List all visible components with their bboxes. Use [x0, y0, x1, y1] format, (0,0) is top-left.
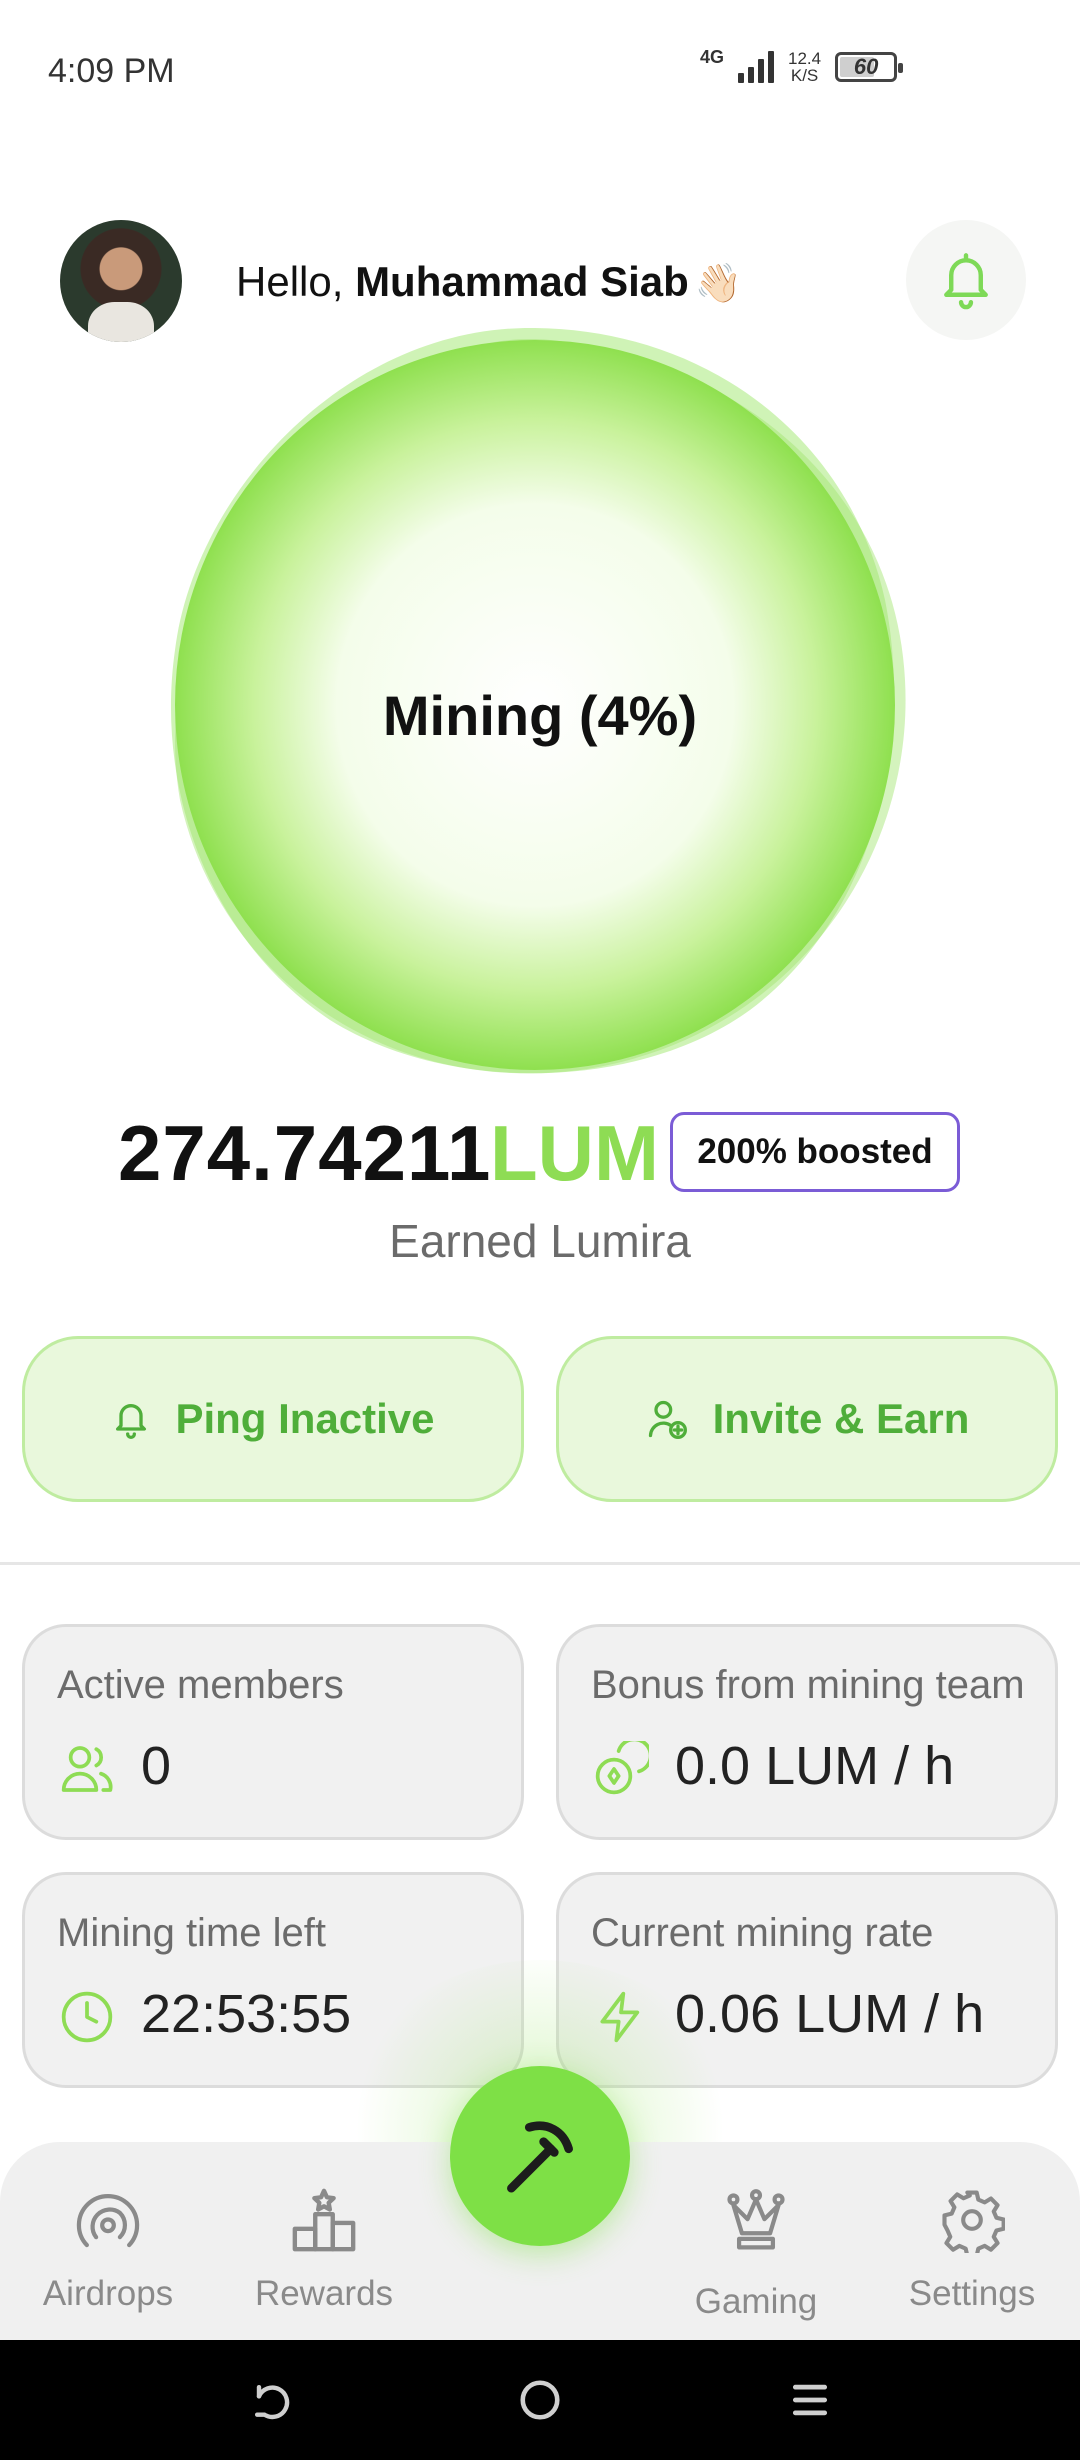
crown-icon [725, 2182, 787, 2262]
stat-title: Current mining rate [591, 1911, 934, 1955]
nav-item-settings[interactable]: Settings [882, 2180, 1062, 2314]
greeting-prefix: Hello, [236, 258, 344, 305]
system-nav-bar [0, 2340, 1080, 2460]
user-name: Muhammad Siab [355, 258, 689, 305]
back-button[interactable] [240, 2370, 300, 2430]
stat-card-team-bonus[interactable]: Bonus from mining team 0.0 LUM / h [556, 1624, 1058, 1840]
podium-icon [289, 2180, 359, 2260]
battery-icon: 60 [835, 52, 904, 82]
invite-earn-button[interactable]: Invite & Earn [556, 1336, 1058, 1502]
stat-title: Active members [57, 1663, 344, 1707]
stat-value: 0.06 LUM / h [675, 1984, 985, 2044]
nav-item-rewards[interactable]: Rewards [234, 2180, 414, 2314]
home-icon [520, 2380, 560, 2420]
mine-button[interactable] [450, 2066, 630, 2246]
nav-item-gaming[interactable]: Gaming [666, 2182, 846, 2322]
speed-value: 12.4 [788, 49, 822, 68]
menu-icon [792, 2384, 828, 2416]
wave-emoji: 👋🏻 [694, 263, 743, 305]
nav-item-airdrops[interactable]: Airdrops [18, 2180, 198, 2314]
signal-icon [738, 51, 775, 83]
recents-button[interactable] [780, 2370, 840, 2430]
nav-label: Airdrops [42, 2274, 174, 2313]
ping-inactive-label: Ping Inactive [175, 1395, 435, 1442]
boost-badge[interactable]: 200% boosted [670, 1112, 960, 1192]
balance-value: 274.74211 [118, 1109, 492, 1197]
home-button[interactable] [510, 2370, 570, 2430]
back-icon [254, 2384, 290, 2420]
pickaxe-icon [507, 2121, 573, 2193]
bell-icon [116, 1404, 147, 1439]
battery-level: 60 [853, 54, 879, 79]
stat-card-active-members[interactable]: Active members 0 [22, 1624, 524, 1840]
nav-label: Settings [908, 2274, 1036, 2313]
nav-label: Rewards [254, 2274, 394, 2313]
add-user-icon [648, 1400, 687, 1439]
network-type: 4G [700, 46, 725, 67]
balance-unit: LUM [490, 1109, 659, 1197]
status-bar: 4:09 PM 4G 12.4 K/S 60 [0, 0, 1080, 140]
mining-status: Mining (4%) [382, 684, 698, 747]
gear-icon [939, 2180, 1005, 2260]
nav-label: Gaming [694, 2282, 818, 2321]
stat-value: 0.0 LUM / h [675, 1736, 955, 1796]
stat-title: Mining time left [57, 1911, 326, 1955]
speed-unit: K/S [790, 66, 819, 85]
bell-icon [944, 253, 988, 310]
earned-caption: Earned Lumira [389, 1215, 691, 1267]
stat-value: 22:53:55 [141, 1984, 352, 2044]
members-icon [57, 1739, 117, 1799]
stat-title: Bonus from mining team [591, 1663, 1025, 1707]
divider [0, 1562, 1080, 1565]
greeting: Hello, Muhammad Siab 👋🏻 [236, 258, 742, 306]
clock-icon [57, 1987, 117, 2047]
status-indicators: 4G 12.4 K/S 60 [700, 46, 904, 84]
airdrop-icon [71, 2180, 145, 2260]
status-time: 4:09 PM [48, 52, 175, 90]
coins-icon [591, 1739, 651, 1799]
stat-value: 0 [141, 1736, 172, 1796]
network-speed: 12.4 K/S [788, 50, 821, 84]
ping-inactive-button[interactable]: Ping Inactive [22, 1336, 524, 1502]
notifications-button[interactable] [906, 220, 1026, 340]
invite-earn-label: Invite & Earn [712, 1395, 970, 1442]
